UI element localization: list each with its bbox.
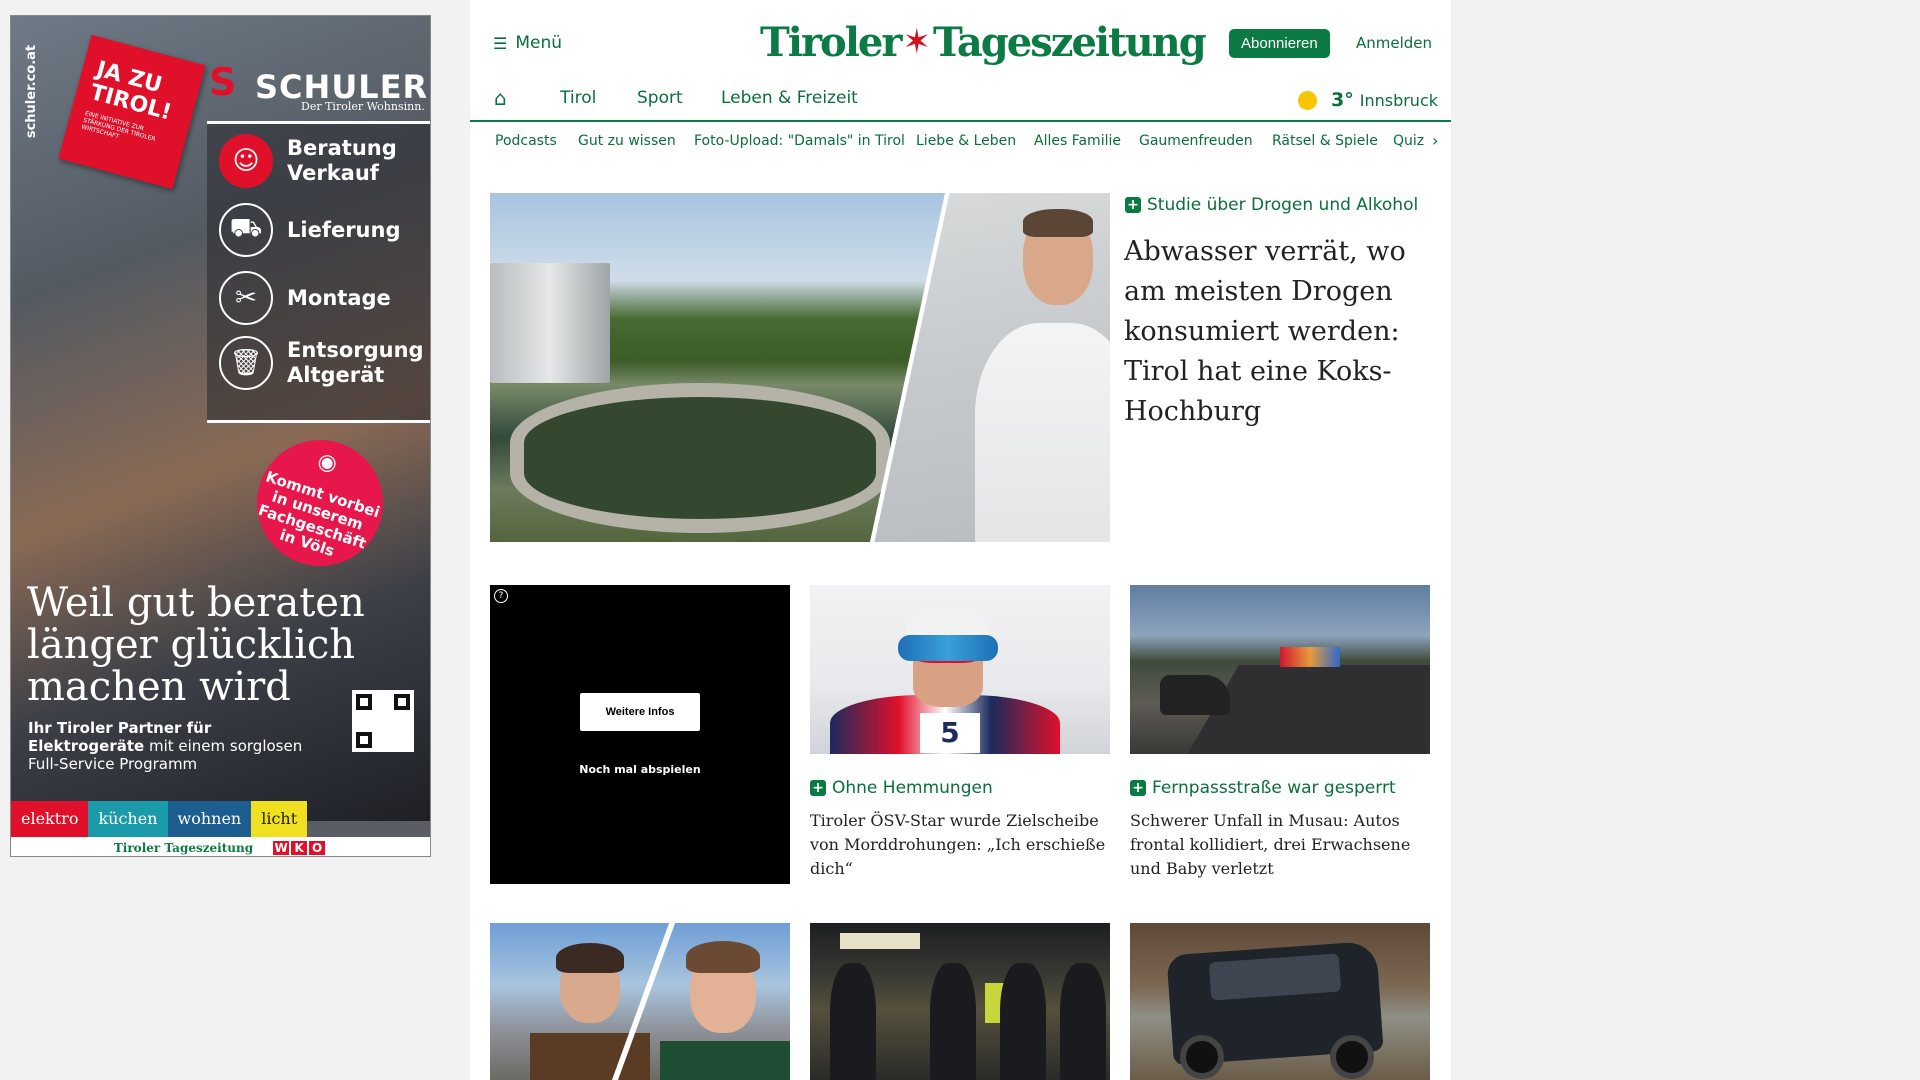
topic-subnav: Podcasts Gut zu wissen Foto-Upload: "Dam…	[470, 124, 1451, 160]
subscribe-button[interactable]: Abonnieren	[1229, 29, 1330, 58]
bib-number: 5	[920, 713, 980, 753]
ad-category-licht: licht	[251, 801, 308, 837]
story-image-accident[interactable]	[1130, 585, 1430, 754]
ad-subline: Ihr Tiroler Partner für Elektrogeräte mi…	[28, 719, 303, 773]
menu-button[interactable]: ☰ Menü	[493, 33, 562, 53]
delivery-icon: ⛟	[219, 203, 273, 257]
menu-label: Menü	[515, 33, 563, 53]
skyscraper-ad[interactable]: schuler.co.at JA ZU TIROL! EINE INITIATI…	[10, 15, 431, 857]
help-icon[interactable]: ?	[494, 589, 508, 603]
lead-story-image[interactable]	[490, 193, 1110, 542]
trash-icon: 🗑	[219, 336, 273, 390]
menu-search-icon: ☰	[493, 33, 508, 53]
ad-category-kuechen: küchen	[88, 801, 168, 837]
ad-service-label: Entsorgung Altgerät	[287, 338, 424, 387]
tools-icon: ✂	[219, 271, 273, 325]
lead-story-tag: + Studie über Drogen und Alkohol	[1125, 195, 1418, 215]
story-tag: + Ohne Hemmungen	[810, 778, 993, 798]
ad-service-label: Lieferung	[287, 217, 401, 242]
story-title[interactable]: Tiroler ÖSV-Star wurde Zielscheibe von M…	[810, 809, 1110, 881]
story-image-young-men[interactable]	[490, 923, 790, 1080]
subnav-item-podcasts[interactable]: Podcasts	[495, 133, 557, 149]
site-logo[interactable]: Tiroler ✶ Tageszeitung	[760, 14, 1207, 70]
sun-icon	[1298, 90, 1317, 110]
ad-category-bar: elektro küchen wohnen licht	[11, 801, 308, 837]
nav-item-sport[interactable]: Sport	[637, 88, 683, 108]
schuler-s-icon: S	[209, 60, 237, 104]
nav-item-tirol[interactable]: Tirol	[560, 88, 596, 108]
story-image-police[interactable]	[810, 923, 1110, 1080]
replay-link[interactable]: Noch mal abspielen	[490, 763, 790, 776]
tyrolean-eagle-icon: ✶	[902, 22, 931, 62]
weather-city: Innsbruck	[1359, 90, 1439, 110]
ad-service-label: Beratung Verkauf	[287, 136, 397, 185]
ad-service-entsorgung: 🗑 Entsorgung Altgerät	[219, 336, 424, 390]
ad-category-wohnen: wohnen	[167, 801, 252, 837]
logo-word-tiroler: Tiroler	[760, 18, 902, 66]
ad-services-panel: ☺ Beratung Verkauf ⛟ Lieferung ✂ Montage…	[207, 121, 430, 423]
weather-widget[interactable]: 3° Innsbruck	[1298, 89, 1438, 111]
story-image-skier[interactable]: 5	[810, 585, 1110, 754]
water-tank	[490, 263, 610, 383]
subnav-item-gut-zu-wissen[interactable]: Gut zu wissen	[578, 133, 676, 149]
main-nav: ⌂ Tirol Sport Leben & Freizeit 3° Innsbr…	[470, 84, 1451, 122]
ad-service-lieferung: ⛟ Lieferung	[219, 203, 401, 257]
qr-code-icon[interactable]	[352, 690, 414, 752]
story-title[interactable]: Schwerer Unfall in Musau: Autos frontal …	[1130, 809, 1430, 881]
ad-category-elektro: elektro	[11, 801, 89, 837]
ad-service-montage: ✂ Montage	[219, 271, 391, 325]
lead-story-title[interactable]: Abwasser verrät, wo am meisten Drogen ko…	[1124, 232, 1424, 432]
nav-item-leben-freizeit[interactable]: Leben & Freizeit	[721, 88, 858, 108]
more-info-button[interactable]: Weitere Infos	[580, 693, 700, 731]
ad-brand-logo: S SCHULER Der Tiroler Wohnsinn.	[209, 60, 427, 113]
subnav-item-gaumenfreuden[interactable]: Gaumenfreuden	[1139, 133, 1253, 149]
login-link[interactable]: Anmelden	[1356, 34, 1432, 52]
video-player[interactable]: ? Weitere Infos Noch mal abspielen	[490, 585, 790, 884]
ad-service-label: Montage	[287, 285, 391, 310]
weather-temperature: 3°	[1331, 89, 1354, 111]
main-content: ☰ Menü Tiroler ✶ Tageszeitung Abonnieren…	[470, 0, 1451, 1080]
ad-service-beratung: ☺ Beratung Verkauf	[219, 134, 397, 188]
scientist-portrait	[975, 209, 1110, 542]
plus-icon: +	[1125, 197, 1141, 213]
story-tag: + Fernpassstraße war gesperrt	[1130, 778, 1396, 798]
subnav-item-alles-familie[interactable]: Alles Familie	[1034, 133, 1121, 149]
wko-logo: WKO	[273, 840, 327, 855]
site-header: ☰ Menü Tiroler ✶ Tageszeitung Abonnieren…	[470, 0, 1451, 122]
eye-icon: ◉	[314, 447, 341, 478]
ad-vertical-url: schuler.co.at	[24, 44, 40, 139]
advice-icon: ☺	[219, 134, 273, 188]
subnav-item-raetsel-spiele[interactable]: Rätsel & Spiele	[1272, 133, 1378, 149]
ad-footer: Tiroler Tageszeitung WKO	[11, 837, 430, 856]
plus-icon: +	[1130, 780, 1146, 796]
subnav-item-liebe-leben[interactable]: Liebe & Leben	[916, 133, 1016, 149]
logo-word-tageszeitung: Tageszeitung	[932, 18, 1207, 66]
story-image-wrecked-car[interactable]	[1130, 923, 1430, 1080]
home-icon[interactable]: ⌂	[494, 88, 516, 108]
chevron-right-icon[interactable]: ›	[1432, 131, 1438, 150]
ad-brand-claim: Der Tiroler Wohnsinn.	[301, 100, 425, 113]
ad-footer-tt-logo: Tiroler Tageszeitung	[113, 840, 254, 855]
subnav-item-quiz[interactable]: Quiz	[1393, 133, 1424, 149]
treatment-basin	[510, 383, 890, 533]
subnav-item-foto-upload[interactable]: Foto-Upload: "Damals" in Tirol	[694, 133, 905, 149]
plus-icon: +	[810, 780, 826, 796]
